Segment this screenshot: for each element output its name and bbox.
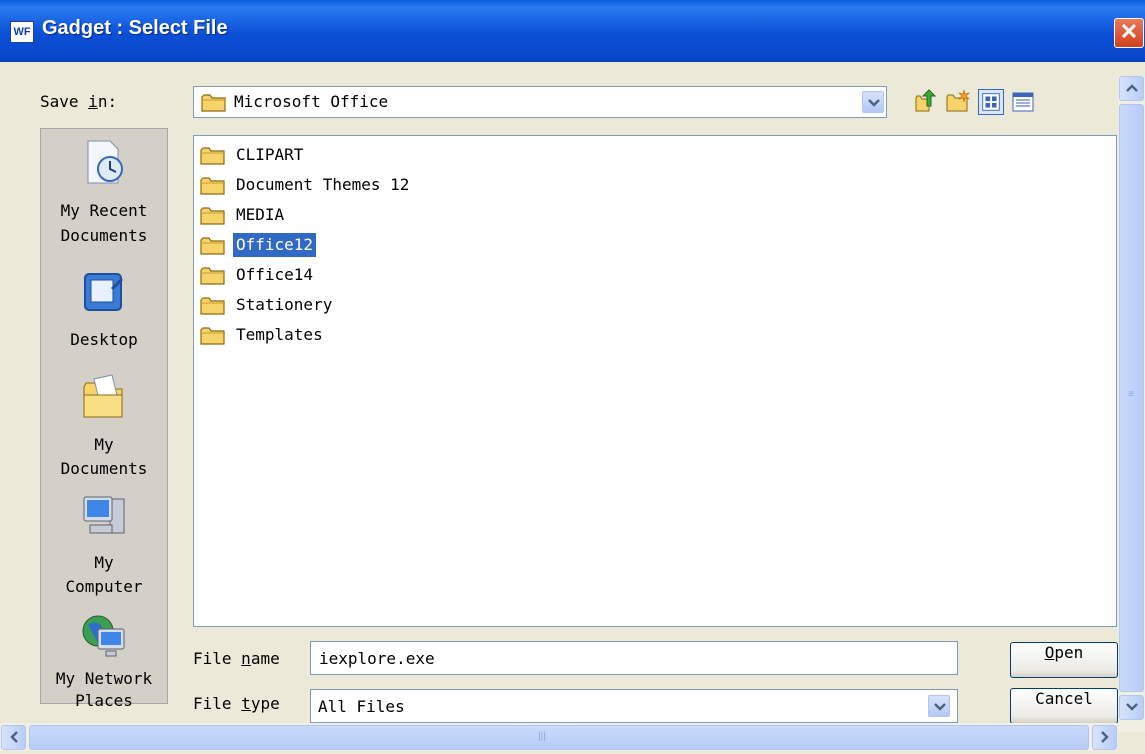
close-icon: ✕ [1119, 19, 1139, 44]
file-type-dropdown[interactable]: All Files [310, 689, 958, 723]
places-bar: My Recent Documents Desktop My Documents… [40, 128, 168, 710]
file-name-input[interactable] [310, 641, 958, 675]
my-documents-icon [83, 374, 123, 418]
scroll-down-button[interactable] [1119, 695, 1144, 720]
folder-icon [200, 237, 225, 255]
folder-icon [200, 207, 225, 225]
desktop-icon [84, 273, 124, 311]
folder-icon [200, 267, 225, 285]
folder-icon [200, 147, 225, 165]
scroll-up-button[interactable] [1119, 76, 1144, 101]
save-in-dropdown-button[interactable] [862, 91, 884, 113]
file-type-value: All Files [318, 697, 405, 716]
place-my-documents[interactable]: My Documents [41, 371, 167, 481]
save-in-value: Microsoft Office [234, 92, 389, 111]
chevron-down-icon [934, 703, 946, 711]
scroll-right-button[interactable] [1092, 725, 1117, 750]
chevron-left-icon [9, 731, 18, 743]
close-button[interactable]: ✕ [1114, 18, 1144, 48]
file-list[interactable]: CLIPART Document Themes 12 MEDIA Office12 Of… [193, 135, 1117, 627]
up-one-level-icon[interactable] [913, 88, 939, 114]
file-name-label: File name [193, 649, 280, 668]
file-name-text: Templates [236, 325, 323, 344]
network-places-icon [82, 615, 125, 657]
folder-icon [201, 94, 226, 112]
horizontal-scroll-thumb[interactable]: ||| [29, 725, 1089, 750]
my-computer-icon [83, 496, 125, 534]
chevron-up-icon [1125, 84, 1138, 92]
file-name-text: MEDIA [236, 205, 285, 224]
folder-icon [200, 177, 225, 195]
save-in-dropdown[interactable]: Microsoft Office [193, 86, 887, 118]
place-my-computer[interactable]: My Computer [41, 493, 167, 603]
recent-documents-icon [87, 140, 123, 184]
grip-icon: ≡ [1128, 389, 1134, 400]
scroll-left-button[interactable] [1, 725, 26, 750]
place-recent-documents[interactable]: My Recent Documents [41, 129, 167, 259]
file-name-text: Office12 [233, 233, 317, 257]
place-network-places[interactable]: My Network Places [41, 611, 167, 710]
chevron-right-icon [1100, 731, 1109, 743]
file-name-text: CLIPART [236, 145, 304, 164]
open-button[interactable]: Open [1010, 642, 1118, 678]
file-type-label: File type [193, 694, 280, 713]
thumbnails-view-icon[interactable] [978, 89, 1004, 115]
chevron-down-icon [868, 99, 880, 107]
file-type-dropdown-button[interactable] [928, 695, 950, 717]
vertical-scroll-thumb[interactable]: ≡ [1119, 104, 1144, 692]
place-desktop[interactable]: Desktop [41, 265, 167, 357]
new-folder-icon[interactable] [945, 88, 971, 114]
folder-icon [200, 297, 225, 315]
vertical-scrollbar[interactable]: ≡ [1118, 76, 1145, 732]
file-name-text: Stationery [236, 295, 333, 314]
file-name-text: Document Themes 12 [236, 175, 410, 194]
file-name-text: Office14 [236, 265, 314, 284]
horizontal-scrollbar[interactable]: ||| [0, 723, 1118, 751]
list-view-icon[interactable] [1010, 89, 1036, 115]
chevron-down-icon [1125, 703, 1138, 711]
title-bar[interactable]: WF Gadget : Select File ✕ [0, 0, 1145, 62]
folder-icon [200, 327, 225, 345]
window-title: Gadget : Select File [42, 17, 228, 39]
grip-icon: ||| [538, 731, 546, 742]
save-in-label: Save in: [40, 92, 118, 111]
app-icon: WF [10, 21, 34, 43]
cancel-button[interactable]: Cancel [1010, 688, 1118, 724]
